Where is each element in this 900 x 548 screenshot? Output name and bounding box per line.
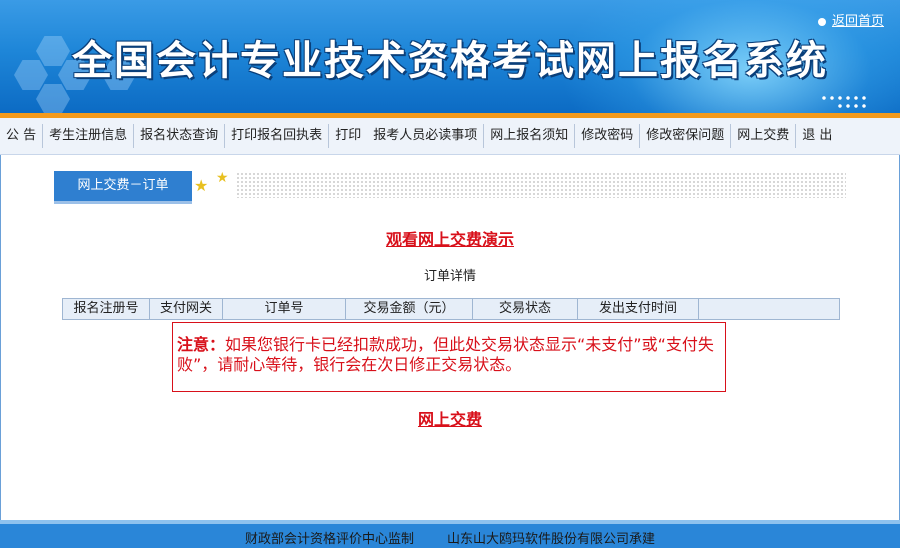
notice-label: 注意： <box>177 335 226 354</box>
online-payment-link[interactable]: 网上交费 <box>0 406 900 430</box>
notice-body: 如果您银行卡已经扣款成功，但此处交易状态显示“未支付”或“支付失败”，请耐心等待… <box>177 335 714 374</box>
nav-item-change-security-question[interactable]: 修改密保问题 <box>640 118 730 154</box>
column-header-registration-no: 报名注册号 <box>63 299 150 319</box>
banner-dots-decoration <box>836 104 868 108</box>
payment-demo-link[interactable]: 观看网上交费演示 <box>0 226 900 250</box>
nav-item-print[interactable]: 打印 <box>329 118 367 154</box>
footer: 财政部会计资格评价中心监制 山东山大鸥玛软件股份有限公司承建 <box>0 520 900 548</box>
column-header-payment-gateway: 支付网关 <box>150 299 223 319</box>
column-header-transaction-status: 交易状态 <box>473 299 578 319</box>
banner-hex-decoration <box>14 60 48 90</box>
nav-item-candidate-registration[interactable]: 考生注册信息 <box>43 118 133 154</box>
column-header-extra <box>699 299 839 319</box>
nav-item-print-receipt[interactable]: 打印报名回执表 <box>225 118 328 154</box>
star-icon: ★ <box>194 176 209 195</box>
nav-item-status-query[interactable]: 报名状态查询 <box>134 118 224 154</box>
banner-hex-decoration <box>36 84 70 113</box>
main-nav: 公 告 考生注册信息 报名状态查询 打印报名回执表 打印 报考人员必读事项 网上… <box>0 118 900 155</box>
banner-hex-decoration <box>36 36 70 66</box>
bullet-icon <box>817 17 826 26</box>
banner-dots-decoration <box>820 96 868 100</box>
home-link[interactable]: 返回首页 <box>817 10 884 29</box>
order-details-caption: 订单详情 <box>423 269 476 284</box>
nav-item-announcement[interactable]: 公 告 <box>0 118 42 154</box>
order-table-header: 报名注册号 支付网关 订单号 交易金额（元） 交易状态 发出支付时间 <box>62 298 840 320</box>
column-header-payment-time: 发出支付时间 <box>578 299 699 319</box>
nav-item-registration-notes[interactable]: 网上报名须知 <box>484 118 574 154</box>
system-title: 全国会计专业技术资格考试网上报名系统 <box>72 37 828 84</box>
column-header-amount: 交易金额（元） <box>346 299 473 319</box>
nav-item-logout[interactable]: 退 出 <box>796 118 838 154</box>
tab-underline <box>54 201 192 204</box>
payment-notice-box: 注意：如果您银行卡已经扣款成功，但此处交易状态显示“未支付”或“支付失败”，请耐… <box>172 322 726 392</box>
nav-item-change-password[interactable]: 修改密码 <box>575 118 639 154</box>
dotted-strip-decoration <box>236 172 846 198</box>
home-link-label: 返回首页 <box>831 14 884 29</box>
nav-item-online-payment[interactable]: 网上交费 <box>731 118 795 154</box>
footer-text: 财政部会计资格评价中心监制 山东山大鸥玛软件股份有限公司承建 <box>244 532 656 547</box>
header-banner: 全国会计专业技术资格考试网上报名系统 返回首页 <box>0 0 900 113</box>
payment-notice-text: 注意：如果您银行卡已经扣款成功，但此处交易状态显示“未支付”或“支付失败”，请耐… <box>177 335 717 375</box>
column-header-order-no: 订单号 <box>223 299 346 319</box>
star-icon: ★ <box>216 170 229 186</box>
nav-item-required-reading[interactable]: 报考人员必读事项 <box>367 118 483 154</box>
tab-online-payment-order[interactable]: 网上交费－订单 <box>54 171 192 201</box>
